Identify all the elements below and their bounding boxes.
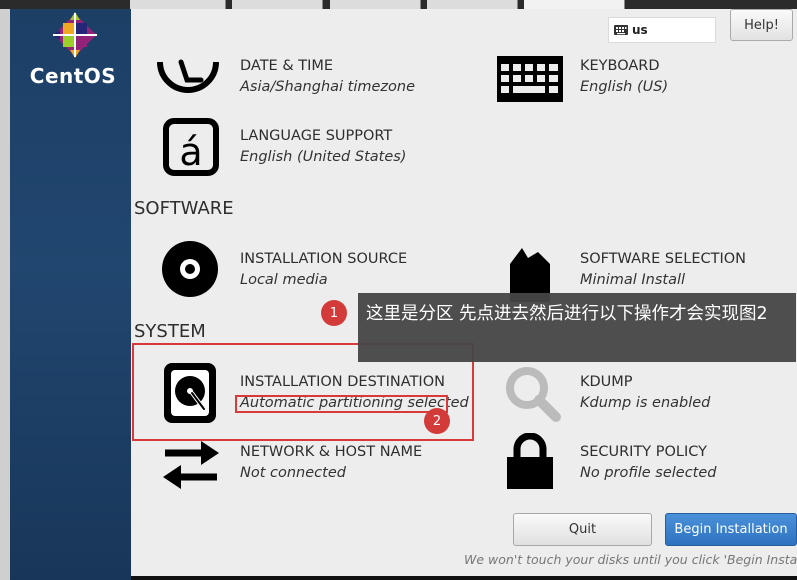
centos-logo-icon (52, 12, 98, 58)
keyboard-icon (614, 25, 628, 35)
network-arrows-icon (163, 441, 219, 489)
lock-icon (507, 433, 553, 489)
begin-installation-button[interactable]: Begin Installation (665, 513, 797, 546)
help-button[interactable]: Help! (730, 9, 793, 41)
spoke-status: Minimal Install (580, 272, 686, 288)
sidebar (10, 9, 131, 580)
window-bottom-edge (131, 576, 797, 580)
annotation-tooltip: 这里是分区 先点进去然后进行以下操作才会实现图2 (358, 293, 796, 362)
spoke-title: NETWORK & HOST NAME (240, 444, 423, 460)
annotation-highlight-status (235, 395, 448, 413)
spoke-title: SECURITY POLICY (580, 444, 708, 460)
disc-icon (162, 241, 218, 297)
quit-button[interactable]: Quit (513, 513, 652, 546)
language-icon: á (163, 118, 219, 176)
keyboard-layout-indicator[interactable]: us (608, 17, 716, 43)
magnifier-icon (506, 367, 561, 422)
disk-warning-note: We won't touch your disks until you clic… (464, 552, 797, 567)
spoke-title: KEYBOARD (580, 58, 660, 74)
annotation-badge-1: 1 (321, 300, 347, 326)
spoke-status: Not connected (240, 465, 346, 481)
brand-name: CentOS (29, 64, 117, 88)
keyboard-icon (497, 56, 563, 102)
spoke-title: LANGUAGE SUPPORT (240, 128, 393, 144)
svg-text:á: á (179, 130, 202, 174)
spoke-status: No profile selected (580, 465, 717, 481)
spoke-title: DATE & TIME (240, 58, 334, 74)
host-tab[interactable] (130, 0, 226, 9)
spoke-status: Local media (240, 272, 328, 288)
host-tab[interactable] (427, 0, 518, 9)
spoke-title: INSTALLATION SOURCE (240, 251, 408, 267)
spoke-status: English (United States) (240, 149, 407, 165)
spoke-status: Kdump is enabled (580, 395, 711, 411)
spoke-status: English (US) (580, 79, 669, 95)
spoke-title: KDUMP (580, 374, 633, 390)
annotation-badge-2: 2 (424, 408, 450, 434)
clock-icon (157, 59, 219, 93)
host-window-edge (0, 9, 10, 580)
host-tab-active[interactable] (524, 0, 625, 9)
host-tab[interactable] (232, 0, 323, 9)
host-window-strip (0, 0, 797, 9)
host-tab[interactable] (330, 0, 421, 9)
section-system: SYSTEM (134, 321, 206, 342)
spoke-status: Asia/Shanghai timezone (240, 79, 416, 95)
keyboard-layout-label: us (632, 23, 648, 37)
spoke-title: SOFTWARE SELECTION (580, 251, 746, 267)
section-software: SOFTWARE (134, 198, 234, 219)
